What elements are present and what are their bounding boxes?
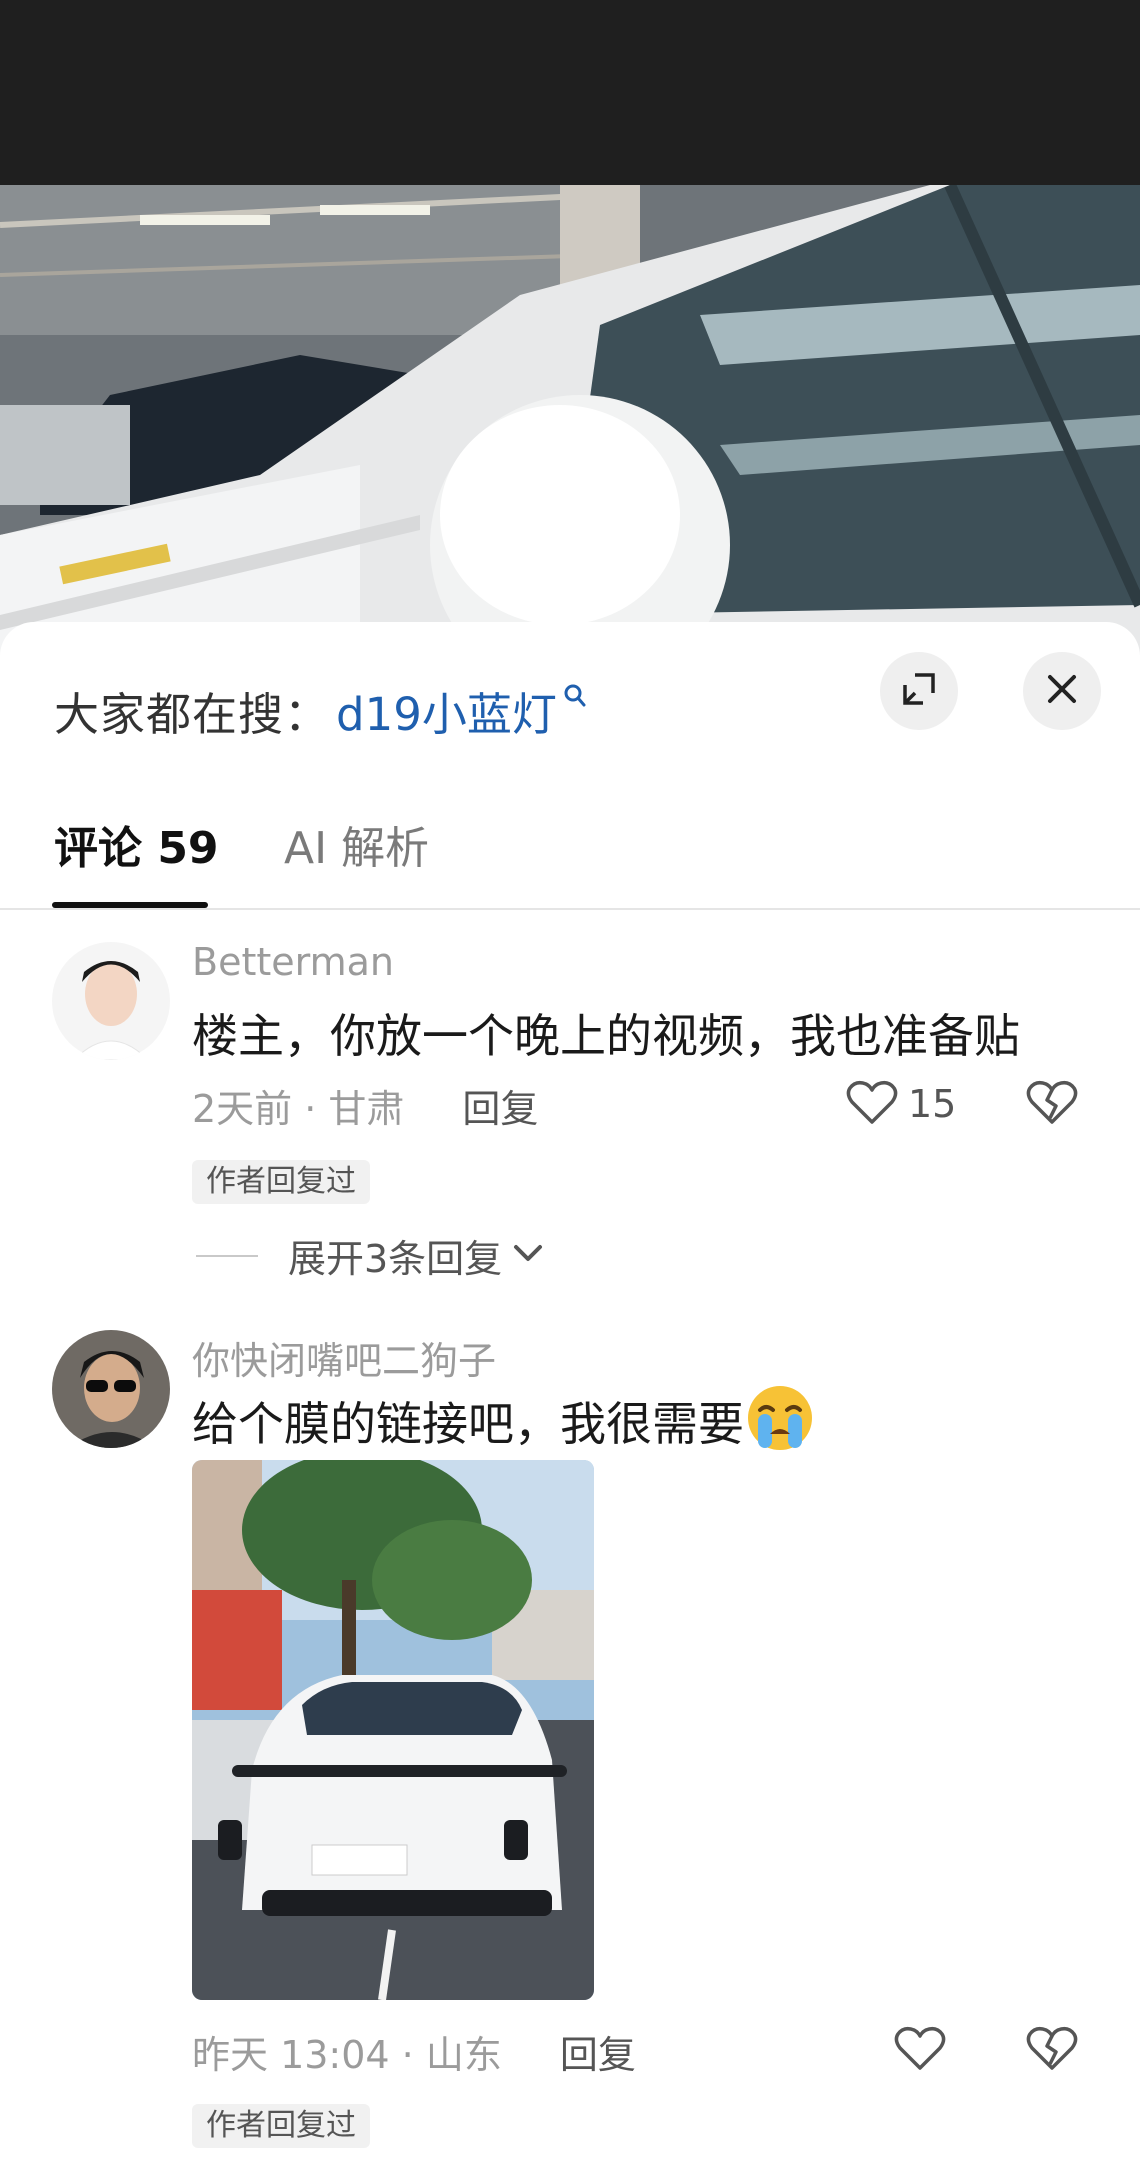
reply-button[interactable]: 回复 <box>462 1078 538 1133</box>
comment-time-location: 2天前 · 甘肃 <box>192 1087 405 1131</box>
expand-icon <box>901 671 937 711</box>
tab-bar: 评论 59 AI 解析 <box>0 782 1140 910</box>
page: 大家都在搜： d19小蓝灯 评论 59 AI 解析 Betterman 楼主，你… <box>0 0 1140 2170</box>
heart-icon <box>846 1078 898 1130</box>
comment-text: 楼主，你放一个晚上的视频，我也准备贴 <box>192 1009 1020 1063</box>
crying-face-emoji <box>746 1384 814 1463</box>
broken-heart-icon[interactable] <box>1026 1078 1078 1130</box>
author-replied-badge: 作者回复过 <box>192 2104 370 2148</box>
broken-heart-icon[interactable] <box>1026 2024 1078 2076</box>
like-count: 15 <box>908 1082 957 1126</box>
like-button[interactable] <box>894 2024 946 2076</box>
expand-button[interactable] <box>880 652 958 730</box>
comment-time-location: 昨天 13:04 · 山东 <box>192 2033 502 2077</box>
expand-replies-button[interactable]: 展开3条回复 <box>196 1228 544 1283</box>
comment-text-row: 给个膜的链接吧，我很需要 <box>192 1386 814 1467</box>
close-button[interactable] <box>1023 652 1101 730</box>
reply-button[interactable]: 回复 <box>560 2024 636 2079</box>
heart-icon <box>894 2024 946 2076</box>
username[interactable]: 你快闭嘴吧二狗子 <box>192 1330 496 1385</box>
trending-search-prefix: 大家都在搜： <box>54 687 331 741</box>
comment-image[interactable] <box>192 1460 594 2000</box>
tab-comments[interactable]: 评论 59 <box>54 812 219 876</box>
divider-line <box>196 1254 258 1257</box>
tab-ai-analysis[interactable]: AI 解析 <box>284 812 429 876</box>
like-button[interactable]: 15 <box>846 1078 956 1130</box>
chevron-down-icon <box>512 1243 544 1269</box>
username[interactable]: Betterman <box>192 940 394 984</box>
search-icon <box>563 683 587 713</box>
comment-meta: 昨天 13:04 · 山东 回复 <box>192 2024 636 2079</box>
avatar[interactable] <box>52 942 170 1060</box>
trending-search-term[interactable]: d19小蓝灯 <box>336 678 557 743</box>
active-tab-indicator <box>52 902 208 908</box>
close-icon <box>1046 673 1078 709</box>
top-black-strip <box>0 0 1140 185</box>
avatar[interactable] <box>52 1330 170 1448</box>
comment-sheet: 大家都在搜： d19小蓝灯 评论 59 AI 解析 Betterman 楼主，你… <box>0 622 1140 2170</box>
expand-replies-label: 展开3条回复 <box>288 1237 503 1281</box>
author-replied-badge: 作者回复过 <box>192 1160 370 1204</box>
trending-search-bar[interactable]: 大家都在搜： d19小蓝灯 <box>54 662 587 758</box>
comment-meta: 2天前 · 甘肃 回复 <box>192 1078 538 1133</box>
post-photo <box>0 185 1140 655</box>
comment-text: 给个膜的链接吧，我很需要 <box>192 1397 744 1451</box>
